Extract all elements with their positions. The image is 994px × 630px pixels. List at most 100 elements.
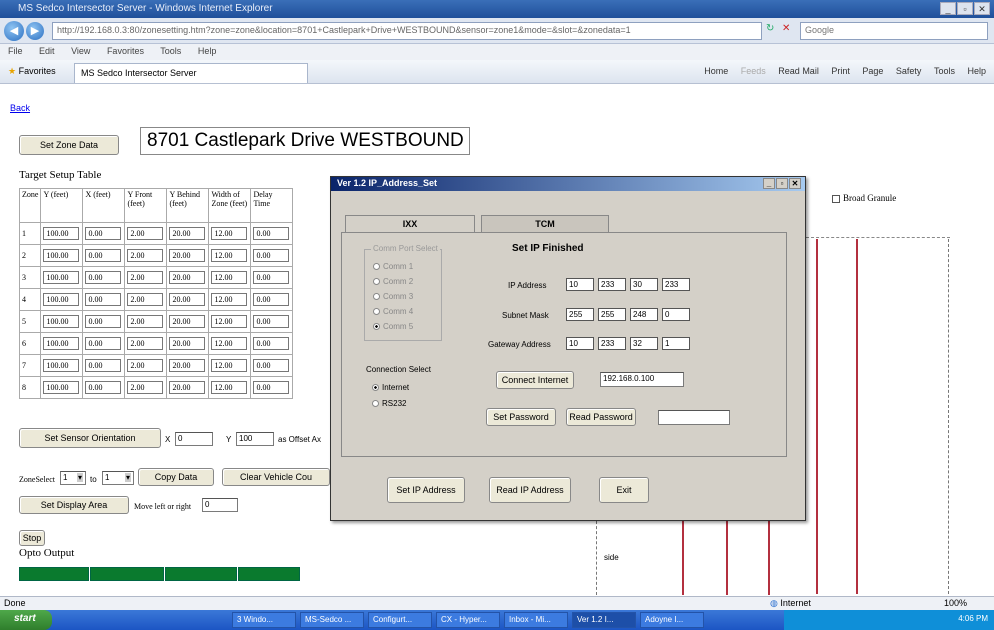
dialog-maximize-button[interactable]: ▫ <box>776 178 788 189</box>
zone-value-input[interactable]: 0.00 <box>85 359 122 372</box>
task-ms-sedco[interactable]: MS-Sedco ... <box>300 612 364 628</box>
ip-octet-4[interactable]: 233 <box>662 278 690 291</box>
read-ip-address-button[interactable]: Read IP Address <box>489 477 571 503</box>
comm-5-radio[interactable]: Comm 5 <box>373 322 413 331</box>
dialog-close-button[interactable]: ✕ <box>789 178 801 189</box>
comm-2-radio[interactable]: Comm 2 <box>373 277 413 286</box>
rs232-radio[interactable]: RS232 <box>372 399 406 408</box>
task-ver-ip[interactable]: Ver 1.2 I... <box>572 612 636 628</box>
zone-value-input[interactable]: 20.00 <box>169 381 206 394</box>
zone-value-input[interactable]: 0.00 <box>253 315 290 328</box>
zone-value-input[interactable]: 100.00 <box>43 227 80 240</box>
zone-value-input[interactable]: 12.00 <box>211 227 248 240</box>
exit-button[interactable]: Exit <box>599 477 649 503</box>
stop-icon[interactable]: ✕ <box>782 23 790 34</box>
menu-help[interactable]: Help <box>198 46 217 56</box>
address-bar[interactable]: http://192.168.0.3:80/zonesetting.htm?zo… <box>52 22 762 40</box>
zone-value-input[interactable]: 0.00 <box>253 271 290 284</box>
zone-value-input[interactable]: 2.00 <box>127 227 164 240</box>
zone-value-input[interactable]: 2.00 <box>127 293 164 306</box>
zone-value-input[interactable]: 20.00 <box>169 315 206 328</box>
subnet-octet-4[interactable]: 0 <box>662 308 690 321</box>
task-windows[interactable]: 3 Windo... <box>232 612 296 628</box>
gateway-octet-3[interactable]: 32 <box>630 337 658 350</box>
browser-tab[interactable]: MS Sedco Intersector Server <box>74 63 308 83</box>
gateway-octet-4[interactable]: 1 <box>662 337 690 350</box>
cmd-feeds[interactable]: Feeds <box>741 66 766 76</box>
search-input[interactable]: Google <box>800 22 988 40</box>
task-adobe[interactable]: Adoyne I... <box>640 612 704 628</box>
zone-value-input[interactable]: 20.00 <box>169 293 206 306</box>
zone-value-input[interactable]: 12.00 <box>211 359 248 372</box>
ip-octet-3[interactable]: 30 <box>630 278 658 291</box>
cmd-help[interactable]: Help <box>967 66 986 76</box>
zone-value-input[interactable]: 2.00 <box>127 315 164 328</box>
zone-value-input[interactable]: 100.00 <box>43 381 80 394</box>
menu-favorites[interactable]: Favorites <box>107 46 144 56</box>
cmd-home[interactable]: Home <box>704 66 728 76</box>
task-configurator[interactable]: Configurt... <box>368 612 432 628</box>
cmd-read-mail[interactable]: Read Mail <box>778 66 819 76</box>
ip-octet-2[interactable]: 233 <box>598 278 626 291</box>
subnet-octet-3[interactable]: 248 <box>630 308 658 321</box>
set-sensor-orientation-button[interactable]: Set Sensor Orientation <box>19 428 161 448</box>
cmd-tools[interactable]: Tools <box>934 66 955 76</box>
minimize-button[interactable]: _ <box>940 2 956 15</box>
zone-value-input[interactable]: 0.00 <box>253 337 290 350</box>
back-arrow-icon[interactable]: ◀ <box>4 21 24 41</box>
set-display-area-button[interactable]: Set Display Area <box>19 496 129 514</box>
zone-value-input[interactable]: 0.00 <box>85 227 122 240</box>
zone-value-input[interactable]: 100.00 <box>43 293 80 306</box>
maximize-button[interactable]: ▫ <box>957 2 973 15</box>
stop-button[interactable]: Stop <box>19 530 45 546</box>
zone-value-input[interactable]: 0.00 <box>253 227 290 240</box>
zone-value-input[interactable]: 100.00 <box>43 249 80 262</box>
menu-file[interactable]: File <box>8 46 23 56</box>
zone-value-input[interactable]: 2.00 <box>127 359 164 372</box>
zone-value-input[interactable]: 0.00 <box>253 249 290 262</box>
zone-to-dropdown[interactable]: 1 ▾ <box>102 471 134 485</box>
connect-internet-button[interactable]: Connect Internet <box>496 371 574 389</box>
zone-value-input[interactable]: 0.00 <box>85 271 122 284</box>
internet-radio[interactable]: Internet <box>372 383 409 392</box>
zone-value-input[interactable]: 100.00 <box>43 271 80 284</box>
ip-octet-1[interactable]: 10 <box>566 278 594 291</box>
zone-value-input[interactable]: 20.00 <box>169 227 206 240</box>
zone-value-input[interactable]: 0.00 <box>85 249 122 262</box>
zone-value-input[interactable]: 20.00 <box>169 249 206 262</box>
zone-value-input[interactable]: 20.00 <box>169 337 206 350</box>
zone-value-input[interactable]: 12.00 <box>211 271 248 284</box>
cmd-safety[interactable]: Safety <box>896 66 922 76</box>
broad-granule-checkbox[interactable]: Broad Granule <box>832 193 896 203</box>
zone-value-input[interactable]: 0.00 <box>85 315 122 328</box>
move-input[interactable]: 0 <box>202 498 238 512</box>
zone-value-input[interactable]: 12.00 <box>211 249 248 262</box>
zone-value-input[interactable]: 12.00 <box>211 381 248 394</box>
y-offset-input[interactable]: 100 <box>236 432 274 446</box>
location-field[interactable]: 8701 Castlepark Drive WESTBOUND <box>140 127 470 155</box>
zone-value-input[interactable]: 100.00 <box>43 359 80 372</box>
zone-value-input[interactable]: 20.00 <box>169 271 206 284</box>
comm-1-radio[interactable]: Comm 1 <box>373 262 413 271</box>
copy-data-button[interactable]: Copy Data <box>138 468 214 486</box>
cmd-page[interactable]: Page <box>862 66 883 76</box>
set-password-button[interactable]: Set Password <box>486 408 556 426</box>
dialog-minimize-button[interactable]: _ <box>763 178 775 189</box>
clear-vehicle-count-button[interactable]: Clear Vehicle Cou <box>222 468 330 486</box>
tab-tcm[interactable]: TCM <box>481 215 609 233</box>
gateway-octet-1[interactable]: 10 <box>566 337 594 350</box>
zone-value-input[interactable]: 0.00 <box>85 337 122 350</box>
back-link[interactable]: Back <box>10 103 30 113</box>
subnet-octet-1[interactable]: 255 <box>566 308 594 321</box>
refresh-icon[interactable]: ↻ <box>766 23 774 34</box>
set-zone-data-button[interactable]: Set Zone Data <box>19 135 119 155</box>
comm-3-radio[interactable]: Comm 3 <box>373 292 413 301</box>
zone-value-input[interactable]: 0.00 <box>85 381 122 394</box>
menu-tools[interactable]: Tools <box>160 46 181 56</box>
task-inbox[interactable]: Inbox - Mi... <box>504 612 568 628</box>
forward-arrow-icon[interactable]: ▶ <box>26 22 44 40</box>
subnet-octet-2[interactable]: 255 <box>598 308 626 321</box>
zone-value-input[interactable]: 0.00 <box>253 293 290 306</box>
zone-value-input[interactable]: 20.00 <box>169 359 206 372</box>
cmd-print[interactable]: Print <box>831 66 850 76</box>
